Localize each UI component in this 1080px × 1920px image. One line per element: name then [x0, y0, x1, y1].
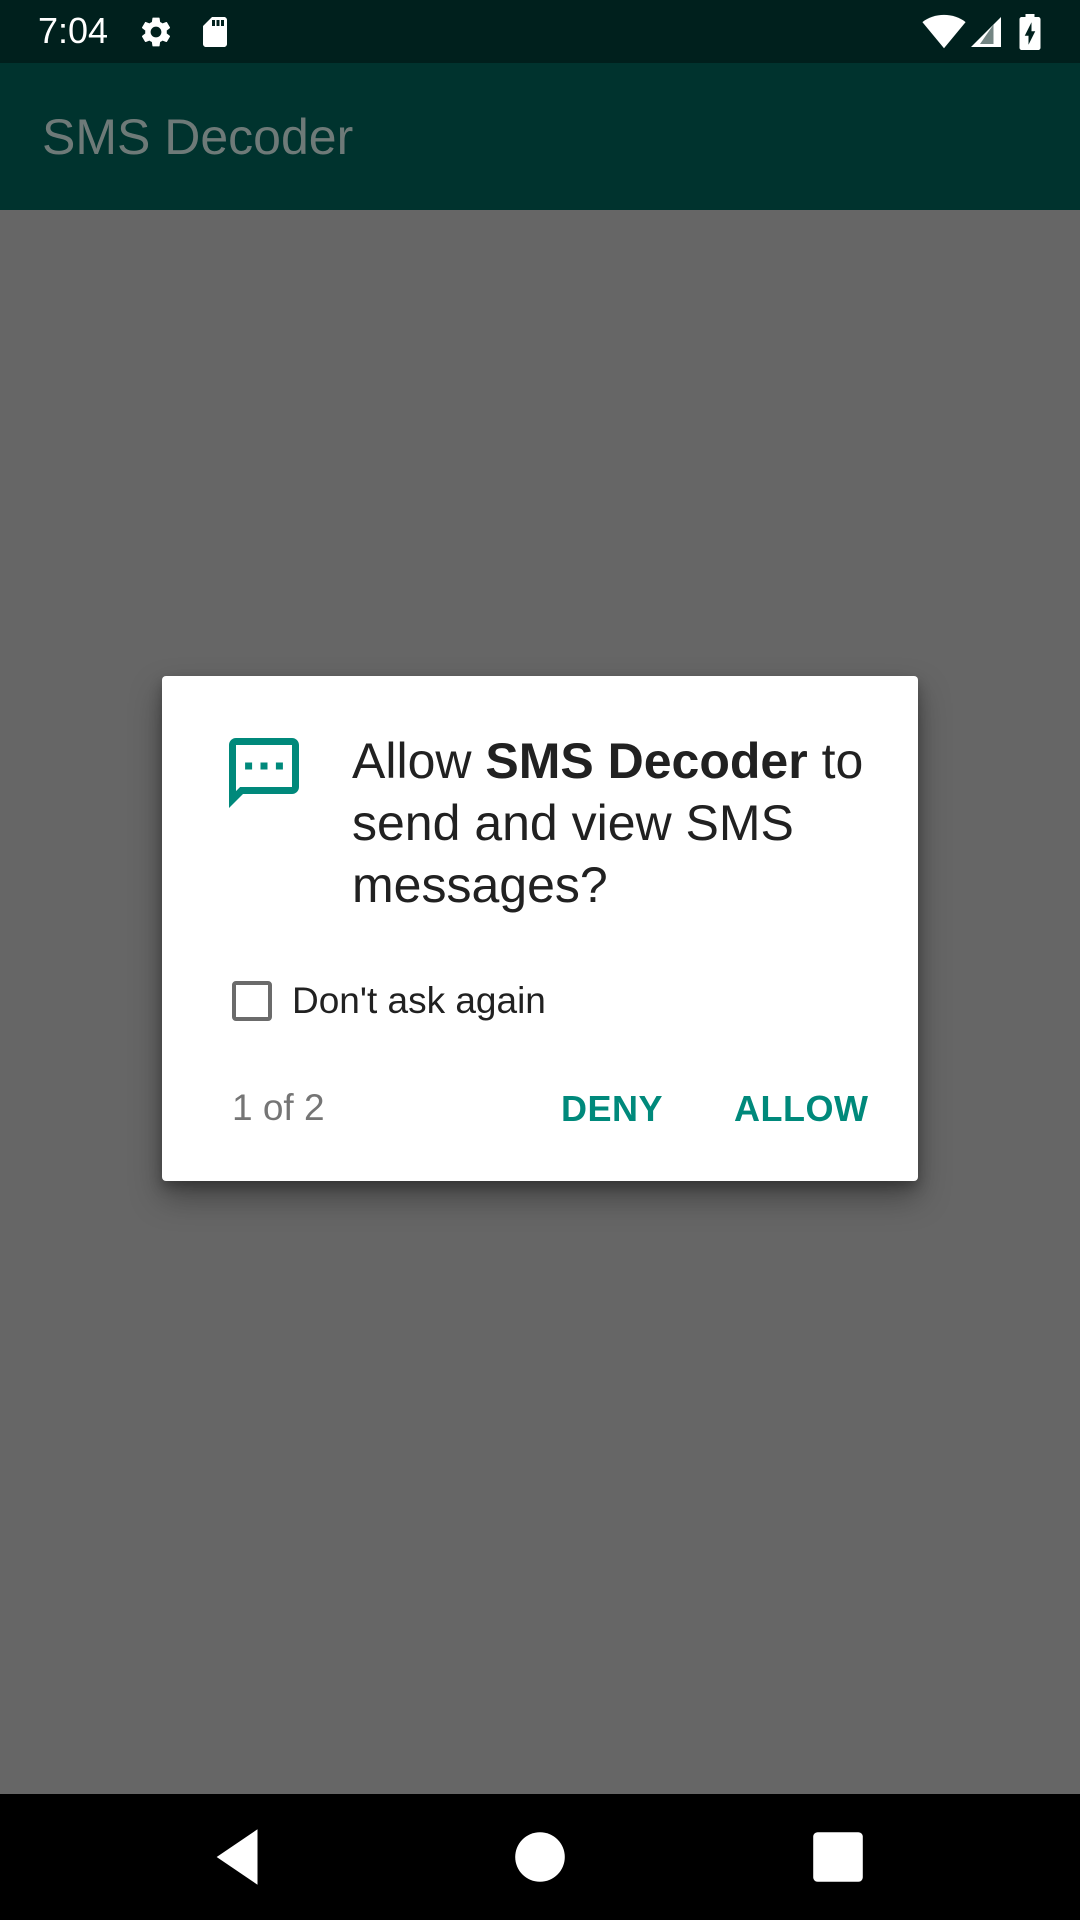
app-bar: SMS Decoder: [0, 63, 1080, 210]
cell-signal-icon: [971, 17, 1001, 47]
page-indicator: 1 of 2: [232, 1087, 325, 1128]
back-icon[interactable]: [205, 1822, 275, 1892]
status-bar: 7:04: [0, 0, 1080, 63]
deny-button[interactable]: DENY: [549, 1074, 675, 1144]
nav-bar: [0, 1794, 1080, 1920]
sd-card-icon: [203, 17, 227, 47]
wifi-icon: [922, 14, 966, 49]
permission-dialog: Allow SMS Decoder to send and view SMS m…: [162, 676, 918, 1181]
home-icon[interactable]: [505, 1822, 575, 1892]
gear-icon: [141, 17, 171, 47]
sms-icon: [229, 738, 299, 808]
dont-ask-again-checkbox[interactable]: [232, 981, 272, 1021]
message-app-name: SMS Decoder: [485, 733, 808, 789]
allow-button[interactable]: ALLOW: [722, 1074, 880, 1144]
app-title: SMS Decoder: [42, 109, 354, 165]
message-prefix: Allow: [352, 733, 486, 789]
battery-charging-icon: [1019, 14, 1041, 50]
recents-icon[interactable]: [803, 1822, 873, 1892]
dont-ask-again-row[interactable]: Don't ask again: [232, 976, 546, 1026]
status-time: 7:04: [38, 10, 109, 51]
dialog-message: Allow SMS Decoder to send and view SMS m…: [352, 730, 892, 916]
dont-ask-again-label: Don't ask again: [292, 980, 546, 1021]
screen: 7:04 SMS Decoder Allow SMS Decoder to se…: [0, 0, 1080, 1920]
